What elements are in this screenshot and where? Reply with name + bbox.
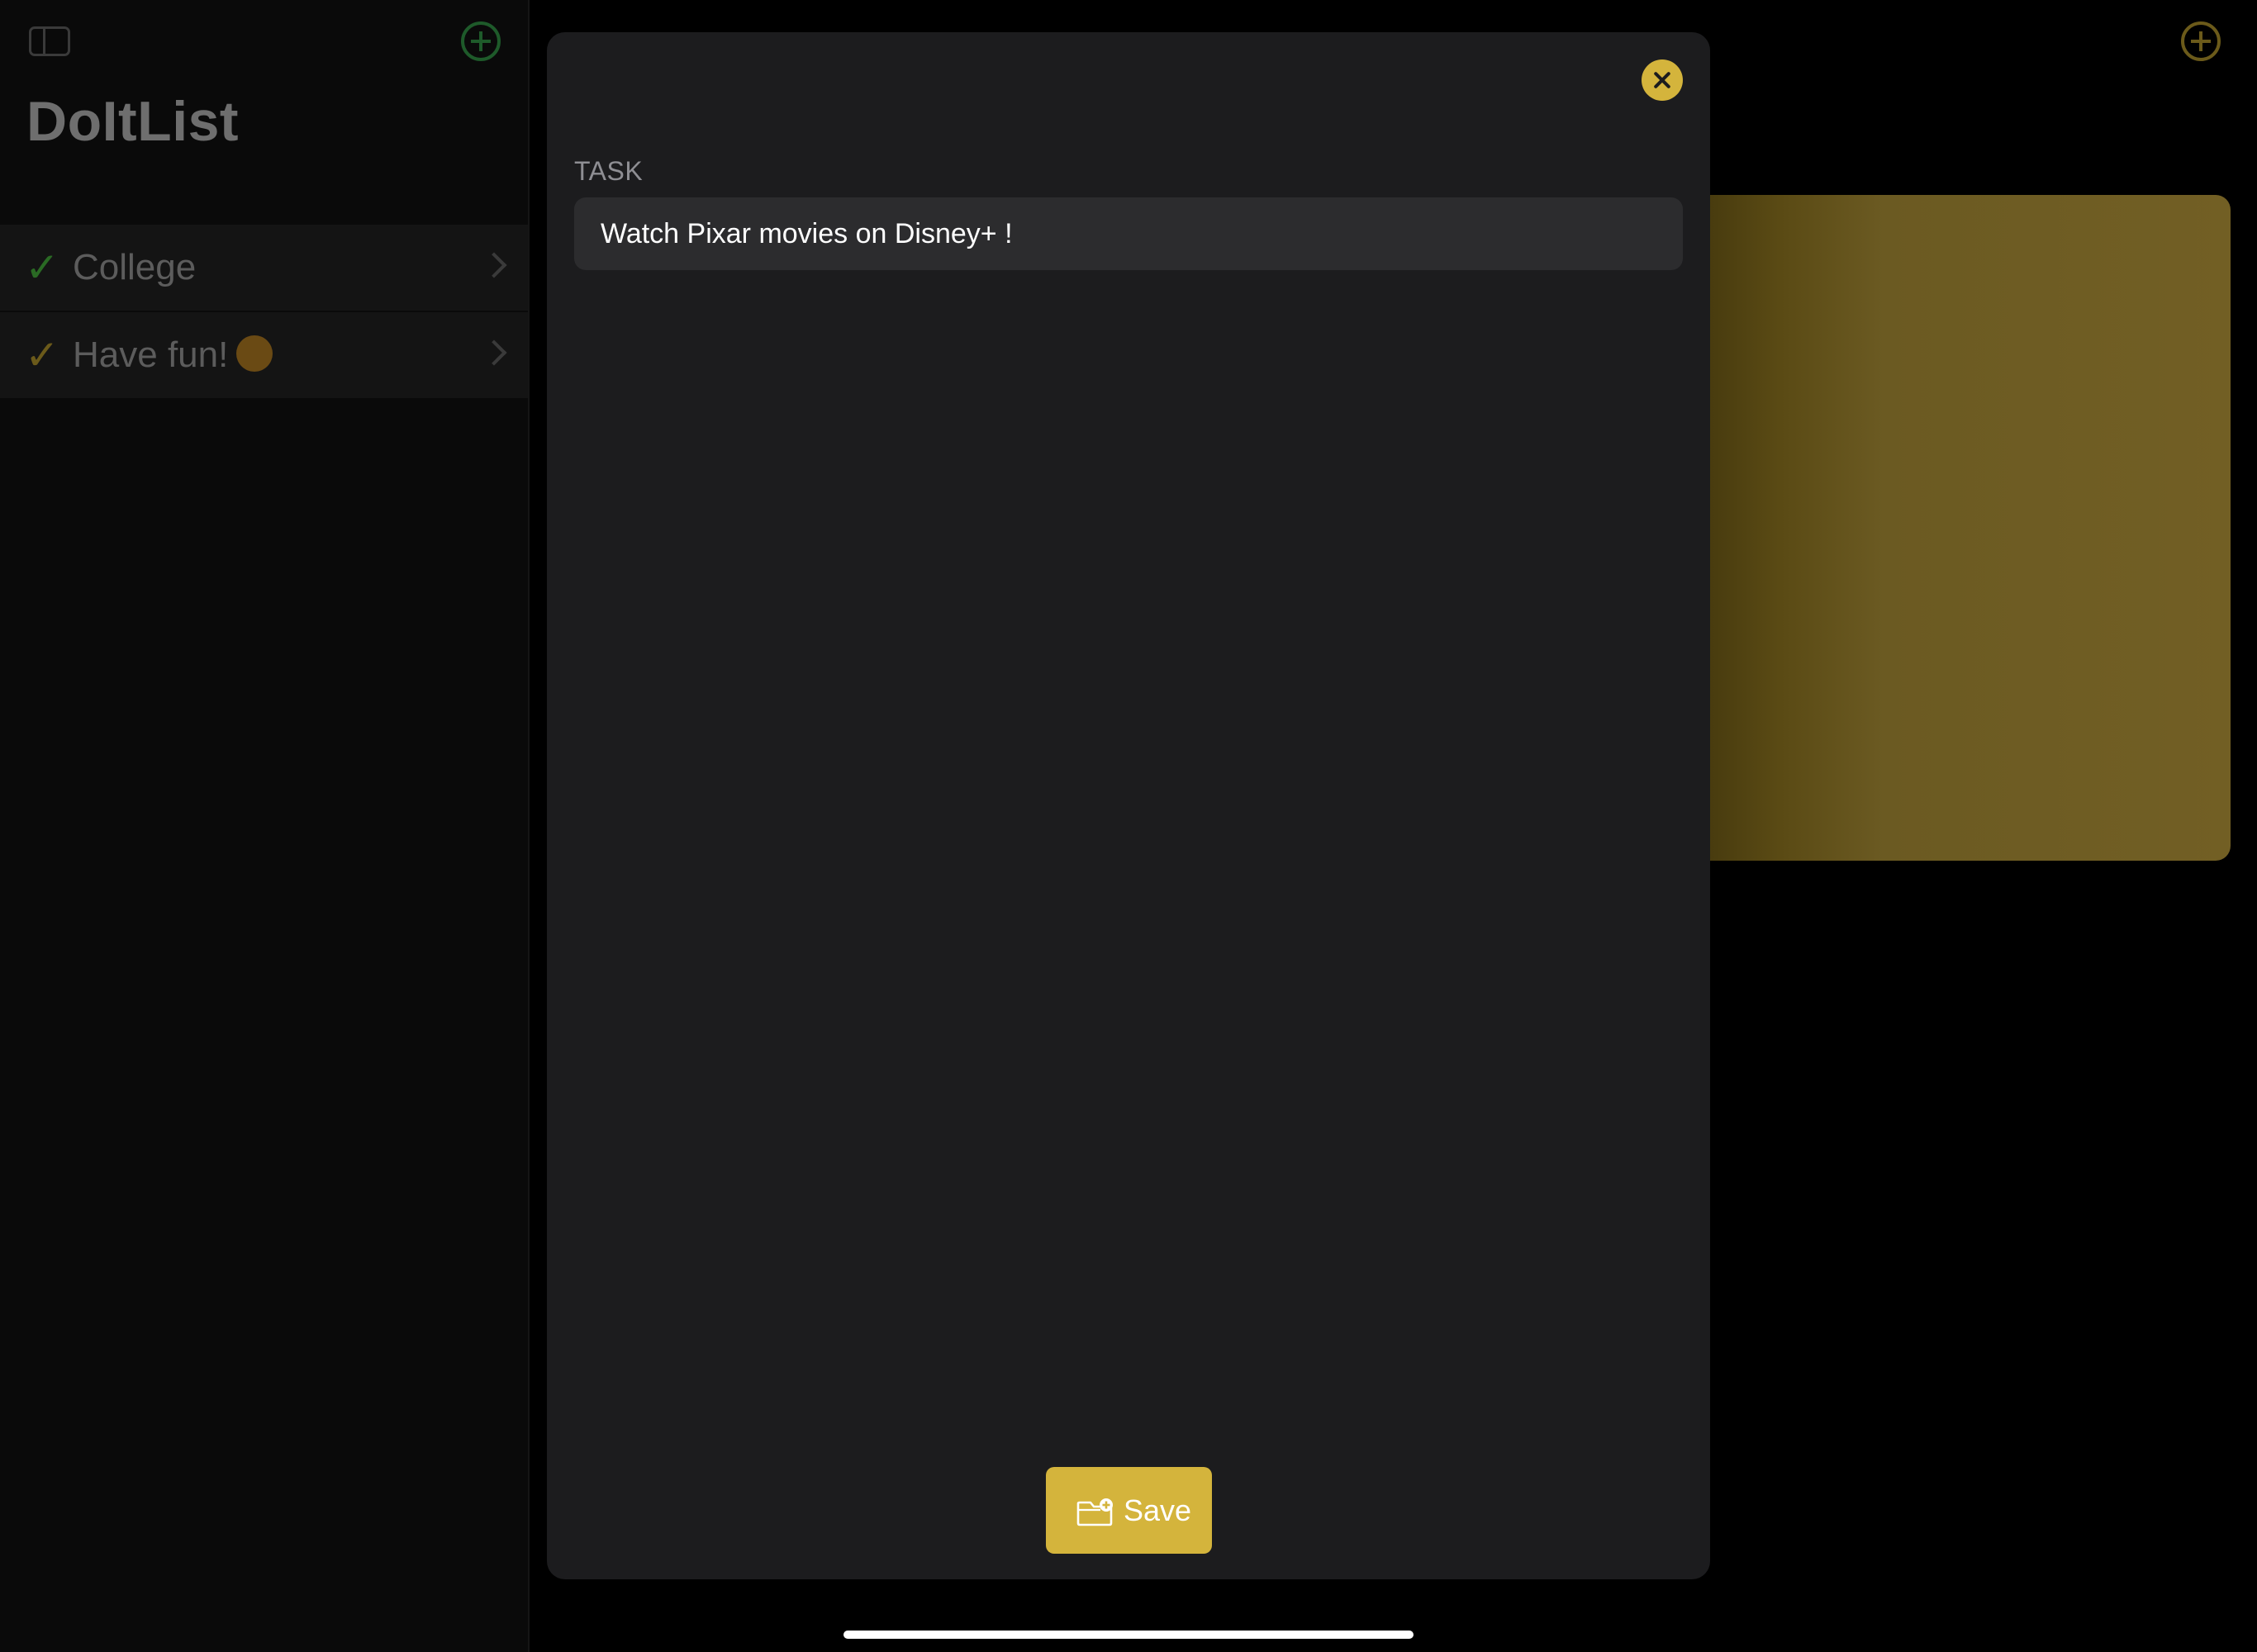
edit-task-sheet: TASK Watch Pixar movies on Disney+ ! Sav… <box>547 32 1710 1579</box>
detail-card <box>1652 195 2231 861</box>
sidebar-toggle-icon[interactable] <box>29 26 70 56</box>
sidebar-divider <box>528 0 530 1652</box>
save-button-label: Save <box>1124 1493 1192 1527</box>
sidebar: DoItList ✓ College ✓ Have fun! <box>0 0 528 1652</box>
chevron-right-icon <box>481 252 507 278</box>
add-task-icon[interactable] <box>2181 21 2221 61</box>
checkmark-icon: ✓ <box>25 244 59 291</box>
list-item-have-fun[interactable]: ✓ Have fun! <box>0 312 528 398</box>
chevron-right-icon <box>481 339 507 366</box>
close-icon[interactable] <box>1642 59 1683 101</box>
checkmark-icon: ✓ <box>25 332 59 378</box>
home-indicator[interactable] <box>843 1631 1414 1639</box>
add-list-icon[interactable] <box>461 21 501 61</box>
list-item-label: College <box>73 247 197 287</box>
list-item-label: Have fun! <box>73 335 273 375</box>
task-input[interactable]: Watch Pixar movies on Disney+ ! <box>574 197 1683 270</box>
screen: DoItList ✓ College ✓ Have fun! TASK Watc… <box>0 0 2257 1652</box>
list-item-label-text: Have fun! <box>73 335 229 375</box>
list-item-college[interactable]: ✓ College <box>0 225 528 311</box>
sidebar-title: DoItList <box>26 90 240 153</box>
save-button[interactable]: Save <box>1046 1467 1212 1554</box>
section-label: TASK <box>574 156 644 186</box>
folder-badge-plus-icon <box>1076 1498 1113 1526</box>
party-face-emoji-icon <box>236 335 273 372</box>
